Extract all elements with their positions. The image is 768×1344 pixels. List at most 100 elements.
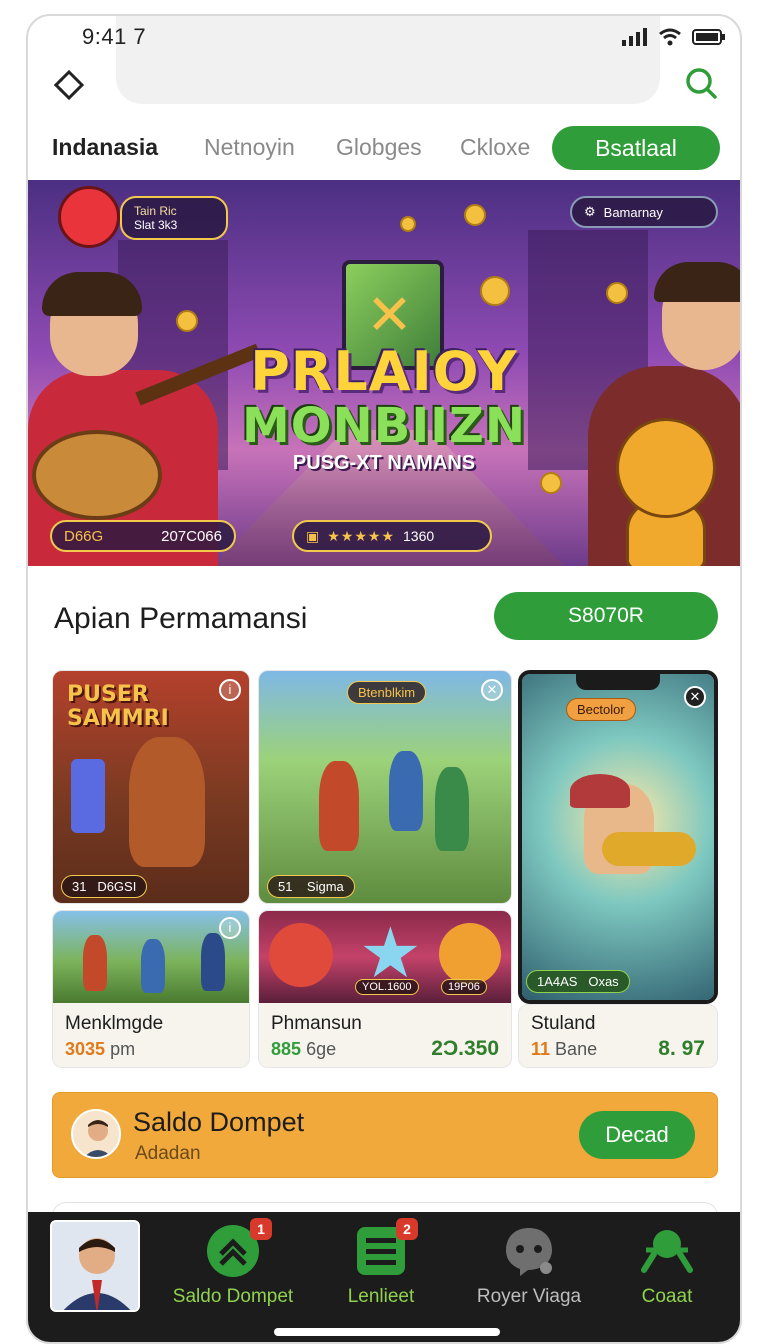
player-figure: [319, 761, 359, 851]
wallet-button[interactable]: Decad: [579, 1111, 695, 1159]
wallet-subtitle: Adadan: [135, 1143, 201, 1164]
nav-label: Coaat: [641, 1286, 693, 1307]
card-badge: 51 Sigma: [267, 875, 355, 898]
game-card-featured-meta[interactable]: Stuland 11 Bane 8. 97: [518, 1004, 718, 1068]
hero-top-right-label: Bamarnay: [603, 204, 663, 220]
game-card-art: PUSER SAMMRI i 31 D6GSI: [53, 671, 249, 903]
rating-stars: ★★★★★: [327, 527, 395, 544]
nav-item-lenlieet[interactable]: 2 Lenlieet: [306, 1212, 456, 1342]
game-card[interactable]: i Menklmgde 3035 pm: [52, 910, 250, 1068]
hero-currency-pill: D66G 207C066: [50, 520, 236, 552]
coin-icon: [400, 216, 416, 232]
hero-stat-a: D66G: [64, 527, 104, 545]
hero-profile-pill[interactable]: Tain Ric Slat 3k3: [120, 196, 228, 240]
hero-stat-b: 207C066: [161, 527, 222, 545]
info-icon[interactable]: i: [219, 679, 241, 701]
signal-icon: [622, 28, 647, 46]
home-indicator[interactable]: [274, 1328, 500, 1336]
section-button[interactable]: S8070R: [494, 592, 718, 640]
nav-label: Royer Viaga: [476, 1286, 582, 1307]
game-card-price: 8. 97: [658, 1037, 705, 1060]
lantern-icon: [71, 759, 105, 833]
wallet-banner[interactable]: Saldo Dompet Adadan Decad: [52, 1092, 718, 1178]
gear-icon: ⚙: [584, 204, 596, 219]
chest-icon: ▣: [306, 527, 320, 544]
coin-icon: [464, 204, 486, 226]
tab-cta-button[interactable]: Bsatlaal: [552, 126, 720, 170]
wallet-title: Saldo Dompet: [133, 1107, 305, 1137]
game-card-sub: 885 6ge: [271, 1039, 337, 1059]
hero-profile-name: Tain Ric: [134, 204, 177, 218]
red-mascot-icon: [58, 186, 120, 248]
close-icon[interactable]: ✕: [481, 679, 503, 701]
hero-subtitle: PUSG-XT NAMANS: [292, 452, 476, 474]
info-icon[interactable]: i: [219, 917, 241, 939]
hero-character-right-hair: [654, 262, 740, 302]
game-card[interactable]: ★ YOL.1600 19P06 Phmansun 885 6ge 2Ɔ.350: [258, 910, 512, 1068]
phone-frame: 9:41 7 Indanasia Netnoyin Globges Ckloxe…: [26, 14, 742, 1344]
player-figure: [141, 939, 165, 993]
game-card-name: Stuland: [531, 1013, 596, 1034]
category-tabs: Indanasia Netnoyin Globges Ckloxe Bsatla…: [28, 124, 740, 176]
hero-rating-pill: ▣ ★★★★★ 1360: [292, 520, 492, 552]
notification-badge: 1: [250, 1218, 272, 1240]
card-badge-b: 19P06: [441, 979, 487, 995]
game-card[interactable]: Btenblkim ✕ 51 Sigma: [258, 670, 512, 904]
wizard-hat: [570, 774, 630, 808]
phone-notch: [576, 674, 660, 690]
game-card-art: i: [53, 911, 249, 1003]
section-title: Apian Permamansi: [54, 602, 308, 635]
golden-cannon-icon: [602, 832, 696, 866]
nav-item-saldo[interactable]: 1 Saldo Dompet: [158, 1212, 308, 1342]
hero-profile-stat: Slat 3k3: [134, 218, 178, 232]
card-badge: 1A4AS Oxas: [526, 970, 630, 993]
game-card-sub: 11 Bane: [531, 1039, 598, 1059]
notification-badge: 2: [396, 1218, 418, 1240]
hero-banner[interactable]: ✕ PRLAIOY MONBIIZN PUSG-XT NAMANS Tain R…: [28, 180, 740, 566]
hero-top-right-pill[interactable]: ⚙ Bamarnay: [570, 196, 718, 228]
tab-indanasia[interactable]: Indanasia: [52, 134, 158, 161]
close-icon[interactable]: ✕: [684, 686, 706, 708]
game-card-featured[interactable]: Bectolor ✕ 1A4AS Oxas: [518, 670, 718, 1004]
card-top-badge: Bectolor: [566, 698, 636, 721]
nav-item-royer-viaga[interactable]: Royer Viaga: [454, 1212, 604, 1342]
pumpkin-icon: [439, 923, 501, 985]
game-card-name: Phmansun: [271, 1013, 362, 1034]
player-figure: [389, 751, 423, 831]
search-icon[interactable]: [684, 66, 718, 100]
game-card-price: 2Ɔ.350: [431, 1037, 499, 1060]
card-top-badge: Btenblkim: [347, 681, 427, 704]
nav-item-coaat[interactable]: Coaat: [592, 1212, 740, 1342]
tab-globges[interactable]: Globges: [336, 134, 422, 161]
gamepad-icon: [641, 1230, 693, 1273]
bottom-nav: 1 Saldo Dompet 2 Lenlieet Royer Viaga Co…: [28, 1212, 740, 1342]
guitarist-hair: [42, 272, 142, 316]
tab-ckloxe[interactable]: Ckloxe: [460, 134, 530, 161]
game-card-art: Btenblkim ✕ 51 Sigma: [259, 671, 511, 903]
hero-title-line1: PRLAIOY: [250, 340, 518, 403]
coin-icon: [480, 276, 510, 306]
game-card-meta: Stuland 11 Bane 8. 97: [519, 1005, 717, 1067]
hero-title-line2: MONBIIZN: [241, 398, 527, 454]
game-card-name: Menklmgde: [65, 1013, 164, 1034]
status-time: 9:41 7: [82, 24, 147, 49]
status-bar: 9:41 7: [28, 16, 740, 60]
game-card-sub: 3035 pm: [65, 1039, 136, 1059]
card-badge-a: YOL.1600: [355, 979, 419, 995]
game-card-art: ★ YOL.1600 19P06: [259, 911, 511, 1003]
chat-bubble-icon: [506, 1228, 552, 1276]
game-card-art: Bectolor ✕ 1A4AS Oxas: [522, 674, 714, 1000]
coin-icon: [540, 472, 562, 494]
player-figure: [435, 767, 469, 851]
coin-icon: [606, 282, 628, 304]
avatar: [71, 1109, 121, 1159]
coin-icon: [176, 310, 198, 332]
card-badge: 31 D6GSI: [61, 875, 148, 898]
game-card[interactable]: PUSER SAMMRI i 31 D6GSI: [52, 670, 250, 904]
tab-netnoyin[interactable]: Netnoyin: [204, 134, 295, 161]
profile-avatar[interactable]: [50, 1220, 140, 1312]
back-icon[interactable]: [52, 68, 86, 102]
status-icons: [622, 28, 726, 46]
nav-label: Lenlieet: [347, 1286, 415, 1307]
game-card-meta: Menklmgde 3035 pm: [53, 1003, 249, 1067]
